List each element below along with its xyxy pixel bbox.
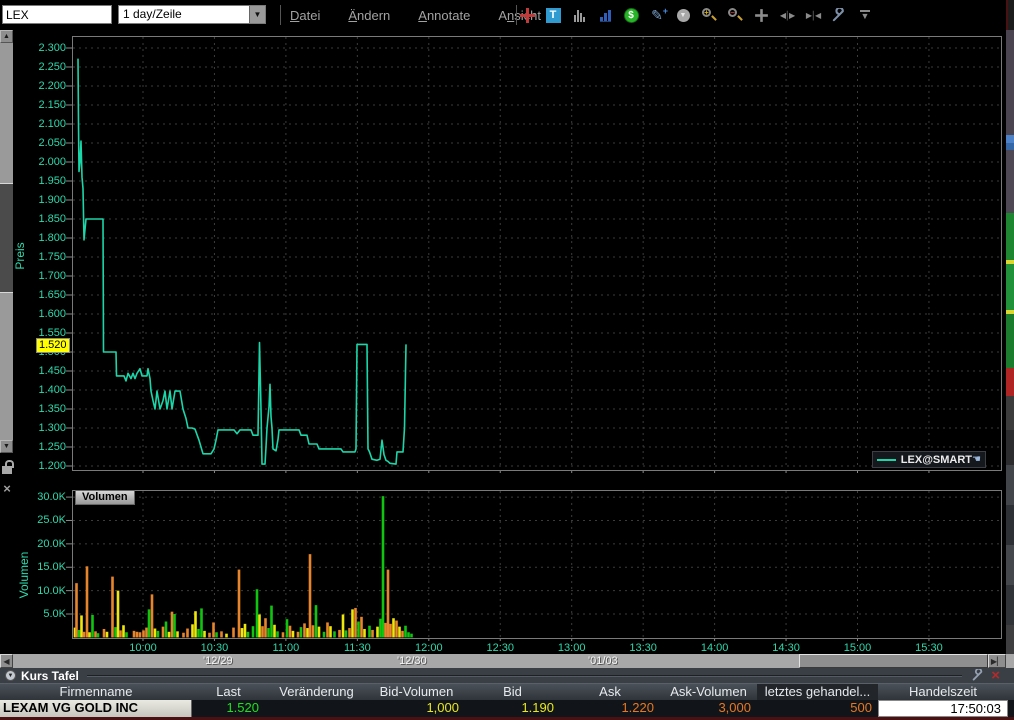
volume-axis-label: 30.0K	[24, 490, 66, 504]
volume-pane-title: Volumen	[75, 490, 135, 505]
price-axis-label: 2.050	[24, 136, 66, 150]
cell-letztes-gehandelt: 500	[757, 700, 878, 717]
col-header-bid[interactable]: Bid	[465, 684, 560, 701]
settings-wrench-icon[interactable]	[972, 669, 985, 682]
col-header-ask-volumen[interactable]: Ask-Volumen	[660, 684, 757, 701]
price-axis-label: 1.850	[24, 212, 66, 226]
cell-veraenderung	[265, 700, 368, 717]
col-header-ask[interactable]: Ask	[560, 684, 660, 701]
cell-handelszeit: 17:50:03	[878, 700, 1008, 717]
legend-line-swatch	[877, 459, 896, 461]
volume-axis-label: 25.0K	[24, 513, 66, 527]
price-axis-label: 2.150	[24, 98, 66, 112]
horizontal-scrollbar[interactable]: ◀ '12/29'12/30'01/03'01/04 ▶▏	[0, 654, 1014, 668]
price-axis-label: 1.300	[24, 421, 66, 435]
time-axis-label: 14:00	[692, 641, 738, 655]
volume-axis-title: Volumen	[17, 547, 31, 603]
quote-table-header: Firmenname Last Veränderung Bid-Volumen …	[0, 683, 1014, 700]
background-window-sliver	[1006, 0, 1014, 720]
price-axis-label: 1.600	[24, 307, 66, 321]
time-axis-label: 11:00	[263, 641, 309, 655]
time-axis-label: 12:00	[406, 641, 452, 655]
chart-application-window: 1 day/Zeile ▼ Datei Ändern Annotate Ansi…	[0, 0, 1014, 720]
price-line-series	[78, 59, 406, 465]
scrollbar-date-label: '01/03	[588, 654, 618, 668]
scroll-right-icon[interactable]: ▶▏	[988, 654, 1006, 668]
price-axis-label: 1.200	[24, 459, 66, 473]
horizontal-scrollbar-thumb[interactable]	[799, 654, 988, 668]
price-axis-label: 1.400	[24, 383, 66, 397]
legend-label: LEX@SMART	[901, 454, 972, 466]
cell-ask-volumen: 3,000	[660, 700, 757, 717]
collapse-toggle-icon[interactable]: ▼	[5, 670, 16, 681]
price-axis-label: 2.000	[24, 155, 66, 169]
time-axis-label: 15:30	[906, 641, 952, 655]
price-axis-label: 1.450	[24, 364, 66, 378]
quote-panel-title: Kurs Tafel	[21, 669, 79, 683]
scrollbar-date-label: '12/30	[397, 654, 427, 668]
price-axis-title: Preis	[13, 236, 27, 276]
price-axis-label: 1.350	[24, 402, 66, 416]
col-header-firmenname[interactable]: Firmenname	[0, 684, 192, 701]
price-axis-label: 2.100	[24, 117, 66, 131]
cell-bid-volumen: 1,000	[368, 700, 465, 717]
cell-firmenname[interactable]: LEXAM VG GOLD INC	[0, 700, 192, 717]
time-axis-label: 12:30	[477, 641, 523, 655]
cell-bid: 1.190	[465, 700, 560, 717]
col-header-veraenderung[interactable]: Veränderung	[265, 684, 368, 701]
col-header-letztes-gehandelt[interactable]: letztes gehandel...	[757, 684, 878, 701]
price-axis-label: 1.250	[24, 440, 66, 454]
price-axis-label: 1.650	[24, 288, 66, 302]
table-row[interactable]: LEXAM VG GOLD INC 1.520 1,000 1.190 1.22…	[0, 700, 1014, 717]
charts-canvas	[0, 0, 1014, 720]
titlebar-rule	[87, 675, 962, 677]
time-axis-label: 11:30	[334, 641, 380, 655]
volume-axis-label: 5.0K	[24, 607, 66, 621]
time-axis-label: 13:00	[549, 641, 595, 655]
time-axis-label: 13:30	[620, 641, 666, 655]
col-header-last[interactable]: Last	[192, 684, 265, 701]
quote-panel-titlebar: ▼ Kurs Tafel ×	[0, 668, 1014, 683]
time-axis-label: 14:30	[763, 641, 809, 655]
price-axis-label: 2.200	[24, 79, 66, 93]
cell-last: 1.520	[192, 700, 265, 717]
close-panel-icon[interactable]: ×	[991, 669, 1000, 682]
price-axis-label: 1.900	[24, 193, 66, 207]
col-header-handelszeit[interactable]: Handelszeit	[878, 684, 1008, 701]
cell-ask: 1.220	[560, 700, 660, 717]
price-axis-label: 1.950	[24, 174, 66, 188]
price-axis-label: 2.300	[24, 41, 66, 55]
time-axis-label: 10:00	[120, 641, 166, 655]
price-axis-label: 1.700	[24, 269, 66, 283]
price-axis-label: 2.250	[24, 60, 66, 74]
price-axis-label: 1.750	[24, 250, 66, 264]
quote-panel: ▼ Kurs Tafel × Firmenname Last Veränderu…	[0, 668, 1014, 720]
scrollbar-date-label: '12/29	[203, 654, 233, 668]
time-axis-label: 15:00	[835, 641, 881, 655]
series-legend[interactable]: LEX@SMART ☚	[872, 451, 986, 468]
col-header-bid-volumen[interactable]: Bid-Volumen	[368, 684, 465, 701]
price-axis-label: 1.800	[24, 231, 66, 245]
scroll-left-icon[interactable]: ◀	[0, 654, 13, 668]
hand-cursor-icon: ☚	[972, 454, 981, 465]
last-price-tag: 1.520	[36, 338, 70, 353]
time-axis-label: 10:30	[191, 641, 237, 655]
